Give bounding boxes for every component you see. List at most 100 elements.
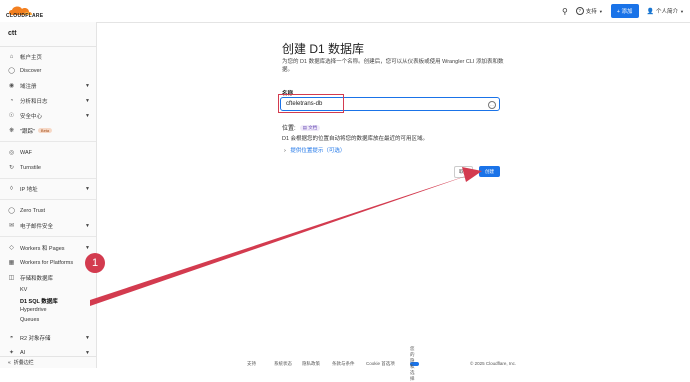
footer-link[interactable]: 支持 xyxy=(247,361,256,367)
sidebar-item-domains[interactable]: ◉ 域注册 ▼ xyxy=(0,79,96,92)
chevron-down-icon: ▼ xyxy=(85,82,90,89)
chevron-down-icon: ▼ xyxy=(85,185,90,192)
sidebar-item-discover[interactable]: ◯ Discover xyxy=(0,64,96,77)
footer-link[interactable]: 系统状态 xyxy=(274,361,292,367)
sidebar-sub-item-d1[interactable]: D1 SQL 数据库 xyxy=(20,297,58,305)
copyright: © 2025 Cloudflare, Inc. xyxy=(470,361,517,366)
sidebar-item-label: "跟踪" xyxy=(20,128,35,135)
chevron-down-icon: ▼ xyxy=(85,334,90,341)
sidebar-item-label: Turnstile xyxy=(20,164,41,171)
sidebar-item-label: AI xyxy=(20,349,26,356)
step-number-badge: 1 xyxy=(85,253,105,273)
sidebar-item-label: Workers for Platforms xyxy=(20,259,74,266)
divider xyxy=(0,199,96,200)
sidebar-item-ip[interactable]: ◊ IP 地址 ▼ xyxy=(0,182,96,195)
help-icon: ? xyxy=(575,7,584,15)
chevron-down-icon: ▼ xyxy=(680,8,684,14)
beta-badge: Beta xyxy=(37,128,53,133)
top-bar: CLOUDFLARE ⚲ ? 支持 ▼ + 添加 👤 个人简介 ▼ xyxy=(0,0,690,23)
sidebar-item-label: 域注册 xyxy=(20,83,37,90)
sidebar-item-analytics[interactable]: ◔ 分析和日志 ▼ xyxy=(0,94,96,107)
footer-link[interactable]: 隐私政策 xyxy=(302,361,320,367)
profile-menu[interactable]: 👤 个人简介 ▼ xyxy=(646,7,684,16)
divider xyxy=(0,46,96,47)
collapse-sidebar-button[interactable]: « 折叠边栏 xyxy=(0,356,96,368)
sidebar-item-label: 安全中心 xyxy=(20,113,43,120)
sidebar-item-waf[interactable]: ◎ WAF xyxy=(0,146,96,159)
account-name[interactable]: ctt xyxy=(8,30,17,37)
sidebar-item-r2[interactable]: ◓ R2 对象存储 ▼ xyxy=(0,331,96,344)
sidebar-item-label: 存储和数据库 xyxy=(20,275,54,282)
cancel-button[interactable]: 取消 xyxy=(454,166,473,178)
logo-text: CLOUDFLARE xyxy=(6,13,44,19)
location-hint-toggle[interactable]: › 提供位置提示（可选） xyxy=(284,146,345,154)
ip-icon: ◊ xyxy=(10,185,13,192)
sidebar-item-turnstile[interactable]: ↻ Turnstile xyxy=(0,161,96,174)
create-button[interactable]: 创建 xyxy=(479,166,500,177)
sidebar-item-label: 帐户主页 xyxy=(20,54,43,61)
sidebar-item-zero-trust[interactable]: ◯ Zero Trust xyxy=(0,204,96,217)
sidebar-item-label: IP 地址 xyxy=(20,186,38,193)
chevron-down-icon: ▼ xyxy=(598,8,603,14)
globe-icon: ◉ xyxy=(8,83,15,89)
turnstile-icon: ↻ xyxy=(8,165,15,171)
workers-icon: ◇ xyxy=(9,245,14,251)
autofill-icon: … xyxy=(488,100,496,109)
support-label: 支持 xyxy=(585,9,597,15)
sidebar-item-workers-platforms[interactable]: ▦ Workers for Platforms xyxy=(0,256,96,269)
footer: 支持 系统状态 隐私政策 条款与条件 Cookie 首选项 您的隐私选择 © 2… xyxy=(96,346,690,381)
sidebar-item-label: WAF xyxy=(20,149,33,156)
chevron-right-icon: › xyxy=(284,148,286,154)
sidebar-item-label: 分析和日志 xyxy=(20,98,48,105)
privacy-choices-label: 您的隐私选择 xyxy=(410,345,415,381)
sidebar-item-email-security[interactable]: ✉ 电子邮件安全 ▼ xyxy=(0,219,96,232)
docs-label: 文档 xyxy=(308,124,318,130)
search-icon[interactable]: ⚲ xyxy=(562,7,568,16)
collapse-icon: « xyxy=(8,359,11,366)
chevron-down-icon: ▼ xyxy=(85,222,90,229)
collapse-label: 折叠边栏 xyxy=(13,360,34,366)
sidebar: ctt ⌂ 帐户主页 ◯ Discover ◉ 域注册 ▼ ◔ 分析和日志 ▼ … xyxy=(0,22,97,368)
sidebar-item-security[interactable]: ☉ 安全中心 ▼ xyxy=(0,109,96,122)
docs-icon: ▤ xyxy=(302,124,307,130)
bucket-icon: ◓ xyxy=(9,334,14,341)
docs-link[interactable]: ▤ 文档 xyxy=(299,124,321,131)
sidebar-item-home[interactable]: ⌂ 帐户主页 xyxy=(0,50,96,63)
platforms-icon: ▦ xyxy=(8,260,15,266)
footer-link[interactable]: 条款与条件 xyxy=(332,361,355,367)
zerotrust-icon: ◯ xyxy=(8,208,15,214)
sidebar-item-workers-pages[interactable]: ◇ Workers 和 Pages ▼ xyxy=(0,241,96,254)
sidebar-sub-item-hyperdrive[interactable]: Hyperdrive xyxy=(20,307,47,313)
sidebar-item-label: Zero Trust xyxy=(20,207,46,214)
sidebar-sub-item-queues[interactable]: Queues xyxy=(20,317,39,323)
add-button[interactable]: + 添加 xyxy=(610,4,639,18)
database-icon: ◫ xyxy=(8,275,15,281)
bulb-icon: ◯ xyxy=(8,68,15,74)
sidebar-sub-item-kv[interactable]: KV xyxy=(20,287,27,293)
sidebar-item-label: Discover xyxy=(20,67,42,74)
page-description: 为您的 D1 数据库选择一个名称。创建后，您可以从仪表板或使用 Wrangler… xyxy=(282,59,504,73)
sidebar-item-storage[interactable]: ◫ 存储和数据库 xyxy=(0,271,96,284)
divider xyxy=(0,236,96,237)
mail-icon: ✉ xyxy=(8,223,15,229)
sidebar-item-trace[interactable]: ❋ "跟踪" Beta xyxy=(0,124,96,137)
highlight-box xyxy=(278,94,344,113)
footer-link[interactable]: Cookie 首选项 xyxy=(366,361,395,367)
home-icon: ⌂ xyxy=(9,53,14,60)
chevron-down-icon: ▼ xyxy=(85,349,90,356)
trace-icon: ❋ xyxy=(8,128,15,134)
sidebar-item-label: Workers 和 Pages xyxy=(20,245,65,252)
location-description: D1 会根据您的位置自动将您的数据库放在最近的可用区域。 xyxy=(282,136,429,142)
shield-icon: ☉ xyxy=(8,113,15,119)
chevron-down-icon: ▼ xyxy=(85,97,90,104)
cloudflare-logo[interactable]: CLOUDFLARE xyxy=(6,3,50,19)
sidebar-item-label: R2 对象存储 xyxy=(20,335,51,342)
profile-label: 个人简介 xyxy=(656,9,679,15)
location-label-row: 位置: ▤ 文档 xyxy=(282,123,321,132)
user-icon: 👤 xyxy=(646,8,655,15)
chevron-down-icon: ▼ xyxy=(85,244,90,251)
support-menu[interactable]: ? 支持 ▼ xyxy=(575,7,603,15)
page-title: 创建 D1 数据库 xyxy=(282,42,365,56)
chevron-down-icon: ▼ xyxy=(85,112,90,119)
divider xyxy=(0,178,96,179)
